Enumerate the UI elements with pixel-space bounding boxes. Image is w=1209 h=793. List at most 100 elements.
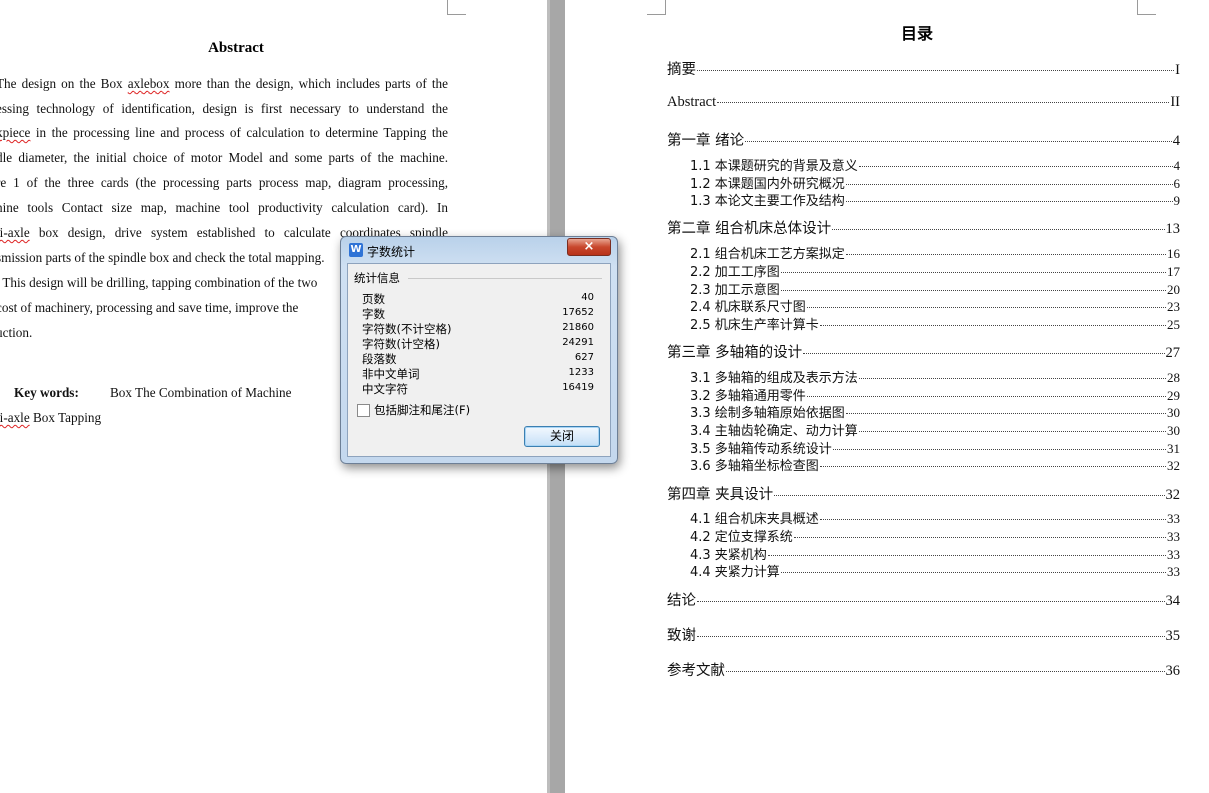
toc-entry[interactable]: 3.3 绘制多轴箱原始依据图 30 (690, 402, 1180, 421)
toc-dot-leader (806, 307, 1166, 308)
include-footnotes-label[interactable]: 包括脚注和尾注(F) (374, 402, 470, 418)
toc-dot-leader (793, 537, 1166, 538)
toc-entry[interactable]: 1.1 本课题研究的背景及意义 4 (690, 155, 1180, 174)
page-corner-mark (647, 0, 666, 15)
include-footnotes-checkbox[interactable] (357, 404, 370, 417)
group-divider (408, 278, 602, 279)
toc-entry[interactable]: 4.4 夹紧力计算 33 (690, 561, 1180, 580)
abstract-line: . This design will be drilling, tapping … (0, 275, 318, 290)
toc-entry[interactable]: 3.4 主轴齿轮确定、动力计算 30 (690, 420, 1180, 439)
toc-entry-title: 第二章 组合机床总体设计 (667, 221, 832, 237)
stat-row: 字符数(计空格) 24291 (362, 336, 594, 352)
toc-entry-title: 2.5 机床生产率计算卡 (690, 318, 819, 333)
toc-page-number: II (1170, 94, 1180, 110)
toc-entry[interactable]: 第三章 多轴箱的设计 27 (667, 341, 1180, 362)
toc-page-number: 25 (1167, 317, 1180, 332)
toc-dot-leader (745, 141, 1172, 142)
stat-value: 17652 (562, 307, 594, 318)
page-corner-mark (447, 0, 466, 15)
stat-row: 非中文单词 1233 (362, 366, 594, 382)
toc-entry[interactable]: 第一章 绪论 4 (667, 129, 1180, 150)
toc-dot-leader (819, 325, 1166, 326)
toc-entry[interactable]: 3.1 多轴箱的组成及表示方法 28 (690, 367, 1180, 386)
abstract-line: hine tools Contact size map, machine too… (0, 200, 448, 215)
keywords-label: Key words: (14, 385, 79, 400)
toc-entry-title: 摘要 (667, 62, 696, 78)
toc-page-number: 4 (1173, 158, 1181, 173)
toc-entry-title: 第一章 绪论 (667, 133, 745, 149)
keywords-text-2: ti-axle Box Tapping (0, 410, 102, 425)
toc-page-number: 33 (1167, 564, 1180, 579)
toc-dot-leader (803, 353, 1165, 354)
toc-entry-title: 2.4 机床联系尺寸图 (690, 300, 806, 315)
toc-entry[interactable]: 摘要 I (667, 58, 1180, 79)
toc-dot-leader (726, 671, 1165, 672)
toc-page-number: 34 (1165, 593, 1181, 609)
toc-page-number: 4 (1172, 133, 1180, 149)
toc-dot-leader (697, 636, 1165, 637)
toc-entry[interactable]: 参考文献 36 (667, 659, 1180, 680)
toc-page-number: 28 (1167, 370, 1180, 385)
toc-entry[interactable]: 第四章 夹具设计 32 (667, 483, 1180, 504)
stat-row: 段落数 627 (362, 351, 594, 367)
toc-entry-title: 1.3 本论文主要工作及结构 (690, 194, 845, 209)
toc-entry-title: 2.2 加工工序图 (690, 265, 780, 280)
toc-page-number: 30 (1167, 423, 1180, 438)
toc-title: 目录 (900, 24, 933, 43)
stat-row: 字符数(不计空格) 21860 (362, 321, 594, 337)
toc-page-number: 35 (1165, 628, 1181, 644)
stat-value: 16419 (562, 382, 594, 393)
toc-dot-leader (858, 166, 1173, 167)
toc-entry-title: 第三章 多轴箱的设计 (667, 345, 803, 361)
toc-page-number: 27 (1165, 345, 1181, 361)
toc-entry-title: 2.1 组合机床工艺方案拟定 (690, 247, 845, 262)
toc-entry[interactable]: 2.1 组合机床工艺方案拟定 16 (690, 243, 1180, 262)
toc-entry[interactable]: 第二章 组合机床总体设计 13 (667, 217, 1180, 238)
toc-page-number: 16 (1167, 246, 1180, 261)
toc-page-number: 32 (1167, 458, 1180, 473)
app-icon: W (349, 243, 363, 257)
stat-label: 中文字符 (362, 382, 408, 396)
toc-entry-title: 3.4 主轴齿轮确定、动力计算 (690, 424, 858, 439)
close-icon[interactable]: × (567, 238, 611, 256)
toc-entry[interactable]: 4.2 定位支撑系统 33 (690, 526, 1180, 545)
stat-label: 段落数 (362, 352, 397, 366)
stat-row: 字数 17652 (362, 306, 594, 322)
toc-entry[interactable]: 2.5 机床生产率计算卡 25 (690, 314, 1180, 333)
toc-entry-title: 第四章 夹具设计 (667, 487, 774, 503)
toc-dot-leader (832, 229, 1165, 230)
toc-entry[interactable]: 结论 34 (667, 589, 1180, 610)
close-button[interactable]: 关闭 (524, 426, 600, 447)
toc-entry[interactable]: Abstract II (667, 94, 1180, 111)
stat-value: 40 (581, 292, 594, 303)
stat-label: 字数 (362, 307, 385, 321)
toc-dot-leader (717, 102, 1170, 103)
toc-dot-leader (858, 431, 1166, 432)
toc-entry[interactable]: 3.6 多轴箱坐标检查图 32 (690, 455, 1180, 474)
stat-row: 页数 40 (362, 291, 594, 307)
stat-label: 页数 (362, 292, 385, 306)
toc-entry-title: 4.1 组合机床夹具概述 (690, 512, 819, 527)
toc-page-number: 9 (1173, 193, 1181, 208)
toc-entry-title: 致谢 (667, 628, 696, 644)
stat-row: 中文字符 16419 (362, 381, 594, 397)
toc-entry-title: 4.2 定位支撑系统 (690, 530, 793, 545)
toc-entry[interactable]: 1.3 本论文主要工作及结构 9 (690, 190, 1180, 209)
abstract-line: essing technology of identification, des… (0, 101, 448, 116)
toc-entry[interactable]: 2.4 机床联系尺寸图 23 (690, 296, 1180, 315)
abstract-title: Abstract (208, 40, 264, 56)
word-count-dialog: W 字数统计 × 统计信息 页数 40 字数 17652 字符数(不计空格) 21860 字… (340, 236, 618, 464)
abstract-line: cost of machinery, processing and save t… (0, 300, 299, 315)
toc-entry[interactable]: 2.2 加工工序图 17 (690, 261, 1180, 280)
toc-entry-title: 参考文献 (667, 663, 725, 679)
toc-entry[interactable]: 4.1 组合机床夹具概述 33 (690, 508, 1180, 527)
toc-dot-leader (832, 449, 1166, 450)
toc-page-number: 13 (1165, 221, 1181, 237)
toc-entry[interactable]: 致谢 35 (667, 624, 1180, 645)
abstract-line: kpiece in the processing line and proces… (0, 125, 448, 140)
toc-page-number: 32 (1165, 487, 1181, 503)
toc-dot-leader (780, 272, 1166, 273)
toc-page-number: 30 (1167, 405, 1180, 420)
toc-dot-leader (697, 70, 1175, 71)
abstract-line: re 1 of the three cards (the processing … (0, 175, 448, 190)
